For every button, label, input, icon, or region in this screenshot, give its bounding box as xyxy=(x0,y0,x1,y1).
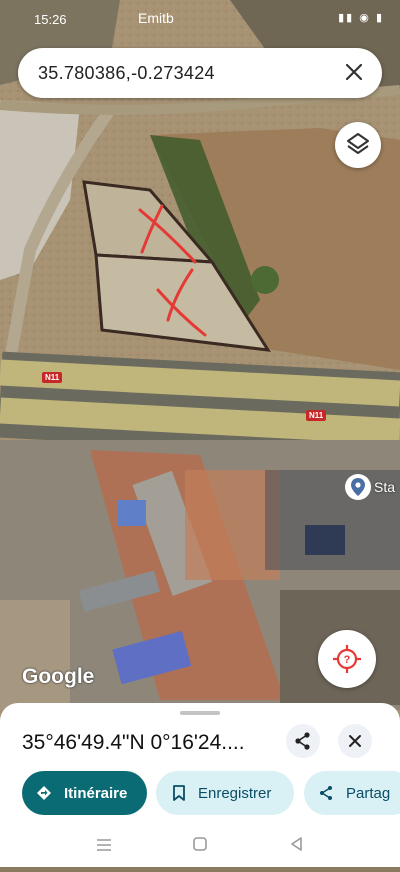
status-system-icons: ▮▮ ◉ ▮ xyxy=(338,12,384,24)
share-icon xyxy=(295,732,310,750)
coordinates-title: 35°46'49.4"N 0°16'24.... xyxy=(22,731,245,754)
home-icon[interactable] xyxy=(193,837,207,851)
status-time: 15:26 xyxy=(34,12,67,27)
status-carrier: Emitb xyxy=(138,10,174,26)
directions-label: Itinéraire xyxy=(64,784,128,802)
search-input[interactable]: 35.780386,-0.273424 xyxy=(38,63,215,84)
road-label-n11: N11 xyxy=(42,372,63,383)
close-sheet-button[interactable] xyxy=(338,724,372,758)
save-label: Enregistrer xyxy=(198,784,272,802)
location-help-icon: ? xyxy=(333,645,361,673)
share-label: Partag xyxy=(346,784,391,802)
directions-button[interactable]: Itinéraire xyxy=(22,771,147,815)
svg-text:?: ? xyxy=(344,654,351,666)
share-icon xyxy=(320,786,332,800)
sheet-drag-handle[interactable] xyxy=(180,711,220,715)
android-nav-bar xyxy=(0,829,400,867)
road-label-n11-east: N11 xyxy=(306,410,327,421)
recent-apps-icon[interactable] xyxy=(97,839,111,851)
place-label[interactable]: Sta xyxy=(374,479,395,495)
close-icon[interactable] xyxy=(342,60,366,84)
save-button[interactable]: Enregistrer xyxy=(156,771,294,815)
directions-icon xyxy=(37,786,51,800)
location-button[interactable]: ? xyxy=(318,630,376,688)
status-bar: 15:26 Emitb ▮▮ ◉ ▮ xyxy=(0,0,400,38)
search-bar[interactable]: 35.780386,-0.273424 xyxy=(18,48,382,98)
bottom-sheet[interactable]: 35°46'49.4"N 0°16'24.... Itinéraire Enre… xyxy=(0,703,400,867)
share-button[interactable]: Partag xyxy=(304,771,400,815)
google-attribution: Google xyxy=(22,665,95,688)
layers-button[interactable] xyxy=(335,122,381,168)
place-pin-icon[interactable] xyxy=(345,474,371,500)
share-icon-button[interactable] xyxy=(286,724,320,758)
back-icon[interactable] xyxy=(291,837,302,851)
layers-icon xyxy=(347,133,369,154)
bookmark-icon xyxy=(173,785,185,801)
close-icon xyxy=(349,735,361,747)
